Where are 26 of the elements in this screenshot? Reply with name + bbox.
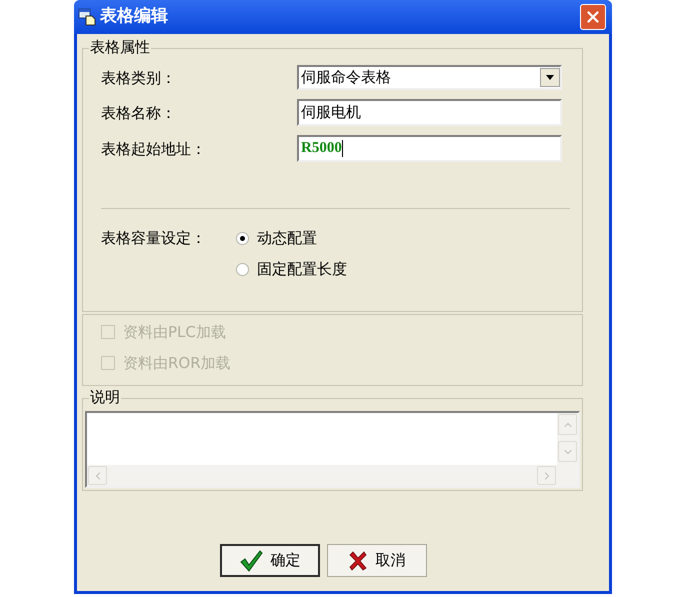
category-dropdown[interactable]: 伺服命令表格 — [297, 65, 562, 90]
radio-option[interactable]: 固定配置长度 — [236, 258, 347, 280]
scroll-up-button[interactable] — [558, 414, 577, 435]
text-field[interactable]: R5000 — [297, 135, 562, 162]
x-mark-icon — [348, 550, 368, 570]
field-label: 表格类别： — [101, 68, 177, 88]
cancel-button[interactable]: 取消 — [326, 544, 426, 577]
window-icon — [78, 8, 96, 26]
description-textarea[interactable] — [85, 411, 580, 488]
text-cursor — [342, 140, 343, 157]
group-legend: 表格属性 — [89, 38, 151, 56]
scroll-right-button[interactable] — [537, 466, 556, 485]
radio-option[interactable]: 动态配置 — [236, 227, 347, 249]
text-field[interactable]: 伺服电机 — [297, 99, 562, 126]
scroll-down-button[interactable] — [558, 441, 577, 462]
field-label: 表格起始地址： — [101, 138, 207, 160]
close-button[interactable] — [580, 4, 606, 30]
vertical-scrollbar[interactable] — [557, 413, 578, 486]
check-icon — [238, 550, 262, 572]
field-label: 表格名称： — [101, 102, 177, 124]
ok-button[interactable]: 确定 — [220, 544, 320, 577]
window-title: 表格编辑 — [100, 5, 169, 28]
scroll-left-button[interactable] — [88, 466, 107, 485]
capacity-label: 表格容量设定： — [101, 228, 207, 249]
horizontal-scrollbar[interactable] — [87, 465, 557, 486]
group-legend: 说明 — [89, 388, 121, 406]
